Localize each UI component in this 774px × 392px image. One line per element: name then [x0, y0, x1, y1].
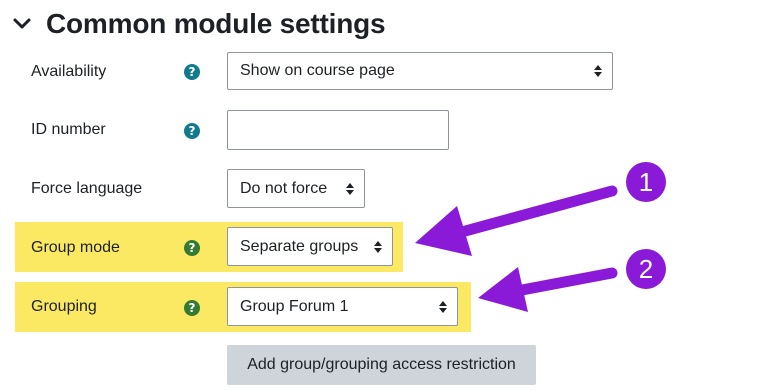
annotation-badge-2: 2: [626, 249, 666, 289]
annotation-arrow-2: [478, 267, 618, 312]
annotation-badge-1: 1: [626, 162, 666, 202]
annotation-arrow-1: [415, 185, 618, 256]
